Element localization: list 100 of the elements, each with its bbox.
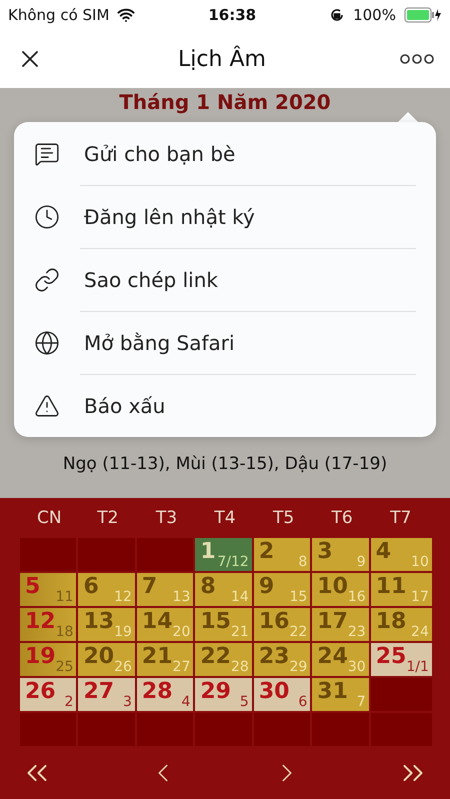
more-button[interactable] (400, 53, 434, 65)
solar-day: 31 (317, 679, 348, 711)
solar-day: 23 (258, 644, 290, 676)
clock-icon (34, 204, 60, 230)
day-cell[interactable]: 4 10 (370, 538, 432, 571)
day-cell[interactable]: 3 9 (312, 538, 369, 571)
lunar-day: 24 (411, 623, 429, 641)
menu-item[interactable]: Sao chép link (14, 248, 436, 311)
day-cell[interactable]: 31 7 (312, 678, 369, 711)
lucky-hours-text: Ngọ (11-13), Mùi (13-15), Dậu (17-19) (62, 454, 388, 474)
day-cell[interactable]: 5 11 (20, 573, 76, 606)
lunar-day: 7/12 (217, 553, 249, 571)
solar-day: 12 (25, 609, 56, 641)
month-title: Tháng 1 Năm 2020 (119, 90, 331, 114)
lunar-day: 22 (289, 623, 308, 641)
weekday-label: T6 (330, 508, 354, 528)
lunar-day: 11 (56, 588, 74, 606)
weekday-label: T5 (272, 508, 296, 528)
lunar-day: 9 (356, 553, 366, 571)
battery-charging-icon (404, 7, 442, 23)
lunar-day: 25 (56, 658, 74, 676)
weekday-label: T3 (154, 508, 178, 528)
lunar-day: 26 (114, 658, 132, 676)
solar-day: 11 (376, 574, 406, 606)
lunar-day: 13 (172, 588, 190, 606)
solar-day: 25 (376, 644, 406, 676)
menu-item[interactable]: Mở bằng Safari (14, 311, 436, 374)
lunar-day: 15 (289, 588, 308, 606)
day-cell[interactable]: 2 8 (254, 538, 310, 571)
day-cell[interactable]: 9 15 (254, 573, 310, 606)
day-cell[interactable]: 11 17 (370, 573, 432, 606)
wifi-icon (117, 6, 136, 24)
day-cell[interactable]: 26 2 (20, 678, 76, 711)
solar-day: 29 (200, 679, 231, 711)
day-cell[interactable]: 30 6 (254, 678, 310, 711)
weekday-label: CN (36, 508, 63, 528)
rotation-lock-icon (329, 7, 346, 23)
lunar-day: 27 (172, 658, 190, 676)
solar-day: 8 (200, 574, 216, 606)
lunar-day: 28 (230, 658, 249, 676)
solar-day: 20 (83, 644, 114, 676)
solar-day: 15 (200, 609, 231, 641)
solar-day: 4 (376, 539, 392, 571)
lunar-day: 17 (411, 588, 429, 606)
menu-item[interactable]: Báo xấu (14, 374, 436, 437)
lunar-day: 29 (289, 658, 308, 676)
day-cell[interactable]: 18 24 (370, 608, 432, 641)
lunar-day: 16 (348, 588, 366, 606)
solar-day: 2 (258, 539, 274, 571)
day-cell[interactable]: 29 5 (195, 678, 252, 711)
message-icon (34, 140, 60, 166)
day-cell[interactable]: 8 14 (195, 573, 252, 606)
solar-day: 10 (317, 574, 348, 606)
lunar-day: 23 (348, 623, 366, 641)
lunar-day: 14 (230, 588, 249, 606)
day-cell[interactable]: 7 13 (136, 573, 194, 606)
menu-item[interactable]: Gửi cho bạn bè (14, 122, 436, 185)
lunar-day: 30 (348, 658, 366, 676)
solar-day: 30 (258, 679, 290, 711)
lunar-day: 8 (298, 553, 308, 571)
solar-day: 6 (83, 574, 99, 606)
lunar-day: 3 (122, 693, 132, 711)
day-cell[interactable]: 6 12 (78, 573, 135, 606)
solar-day: 13 (83, 609, 114, 641)
solar-day: 7 (142, 574, 158, 606)
solar-day: 9 (258, 574, 274, 606)
lunar-day: 2 (64, 693, 74, 711)
weekday-label: T7 (389, 508, 412, 528)
solar-day: 27 (83, 679, 114, 711)
solar-day: 1 (200, 539, 216, 571)
solar-day: 16 (258, 609, 290, 641)
day-cell[interactable]: 28 4 (136, 678, 194, 711)
warning-icon (34, 392, 60, 418)
weekday-label: T2 (96, 508, 120, 528)
lunar-day: 1/1 (406, 658, 429, 676)
lunar-day: 4 (181, 693, 190, 711)
solar-day: 21 (142, 644, 173, 676)
lunar-day: 6 (298, 693, 308, 711)
day-cell[interactable]: 27 3 (78, 678, 135, 711)
solar-day: 3 (317, 539, 333, 571)
globe-icon (34, 330, 60, 356)
solar-day: 24 (317, 644, 348, 676)
lunar-day: 20 (172, 623, 190, 641)
weekday-label: T4 (213, 508, 237, 528)
page-title: Lịch Âm (178, 46, 266, 72)
solar-day: 28 (142, 679, 173, 711)
solar-day: 26 (25, 679, 56, 711)
solar-day: 22 (200, 644, 231, 676)
lunar-day: 10 (411, 553, 429, 571)
clock-time: 16:38 (208, 6, 256, 24)
solar-day: 14 (142, 609, 173, 641)
lunar-day: 21 (230, 623, 249, 641)
solar-day: 18 (376, 609, 406, 641)
lunar-day: 19 (114, 623, 132, 641)
solar-day: 17 (317, 609, 348, 641)
battery-percent: 100% (353, 6, 396, 24)
menu-item[interactable]: Đăng lên nhật ký (14, 185, 436, 248)
carrier-label: Không có SIM (8, 6, 110, 24)
solar-day: 19 (25, 644, 56, 676)
lunar-day: 18 (56, 623, 74, 641)
